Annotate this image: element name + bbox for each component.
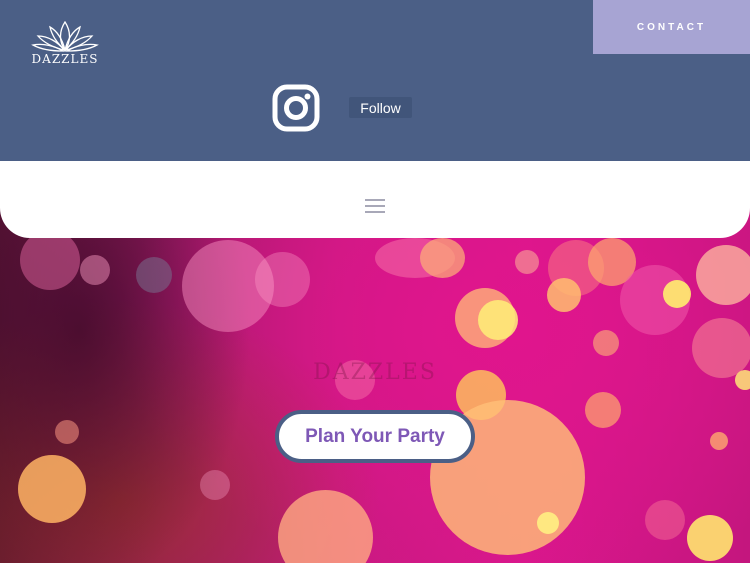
lotus-icon — [31, 20, 99, 52]
bokeh-light — [478, 300, 518, 340]
bokeh-light — [692, 318, 750, 378]
bokeh-light — [420, 238, 465, 278]
bokeh-light — [687, 515, 733, 561]
site-header: DAZZLES CONTACT Follow — [0, 0, 750, 161]
bokeh-light — [18, 455, 86, 523]
bokeh-light — [20, 230, 80, 290]
bokeh-light — [585, 392, 621, 428]
bokeh-light — [735, 370, 750, 390]
follow-button[interactable]: Follow — [349, 97, 412, 118]
instagram-icon[interactable] — [272, 84, 320, 132]
bokeh-light — [80, 255, 110, 285]
brand-name: DAZZLES — [31, 52, 99, 66]
bokeh-light — [515, 250, 539, 274]
bokeh-light — [136, 257, 172, 293]
bokeh-light — [278, 490, 373, 563]
bokeh-light — [663, 280, 691, 308]
bokeh-light — [547, 278, 581, 312]
brand-logo[interactable]: DAZZLES — [30, 18, 100, 68]
hamburger-menu-icon[interactable] — [365, 199, 385, 214]
bokeh-light — [537, 512, 559, 534]
bokeh-light — [696, 245, 750, 305]
bokeh-light — [55, 420, 79, 444]
plan-your-party-button[interactable]: Plan Your Party — [275, 410, 475, 463]
bokeh-light — [593, 330, 619, 356]
bokeh-light — [710, 432, 728, 450]
bokeh-light — [645, 500, 685, 540]
bokeh-light — [200, 470, 230, 500]
hero-watermark-logo: DAZZLES — [313, 360, 437, 385]
contact-button[interactable]: CONTACT — [593, 0, 750, 54]
bokeh-light — [255, 252, 310, 307]
